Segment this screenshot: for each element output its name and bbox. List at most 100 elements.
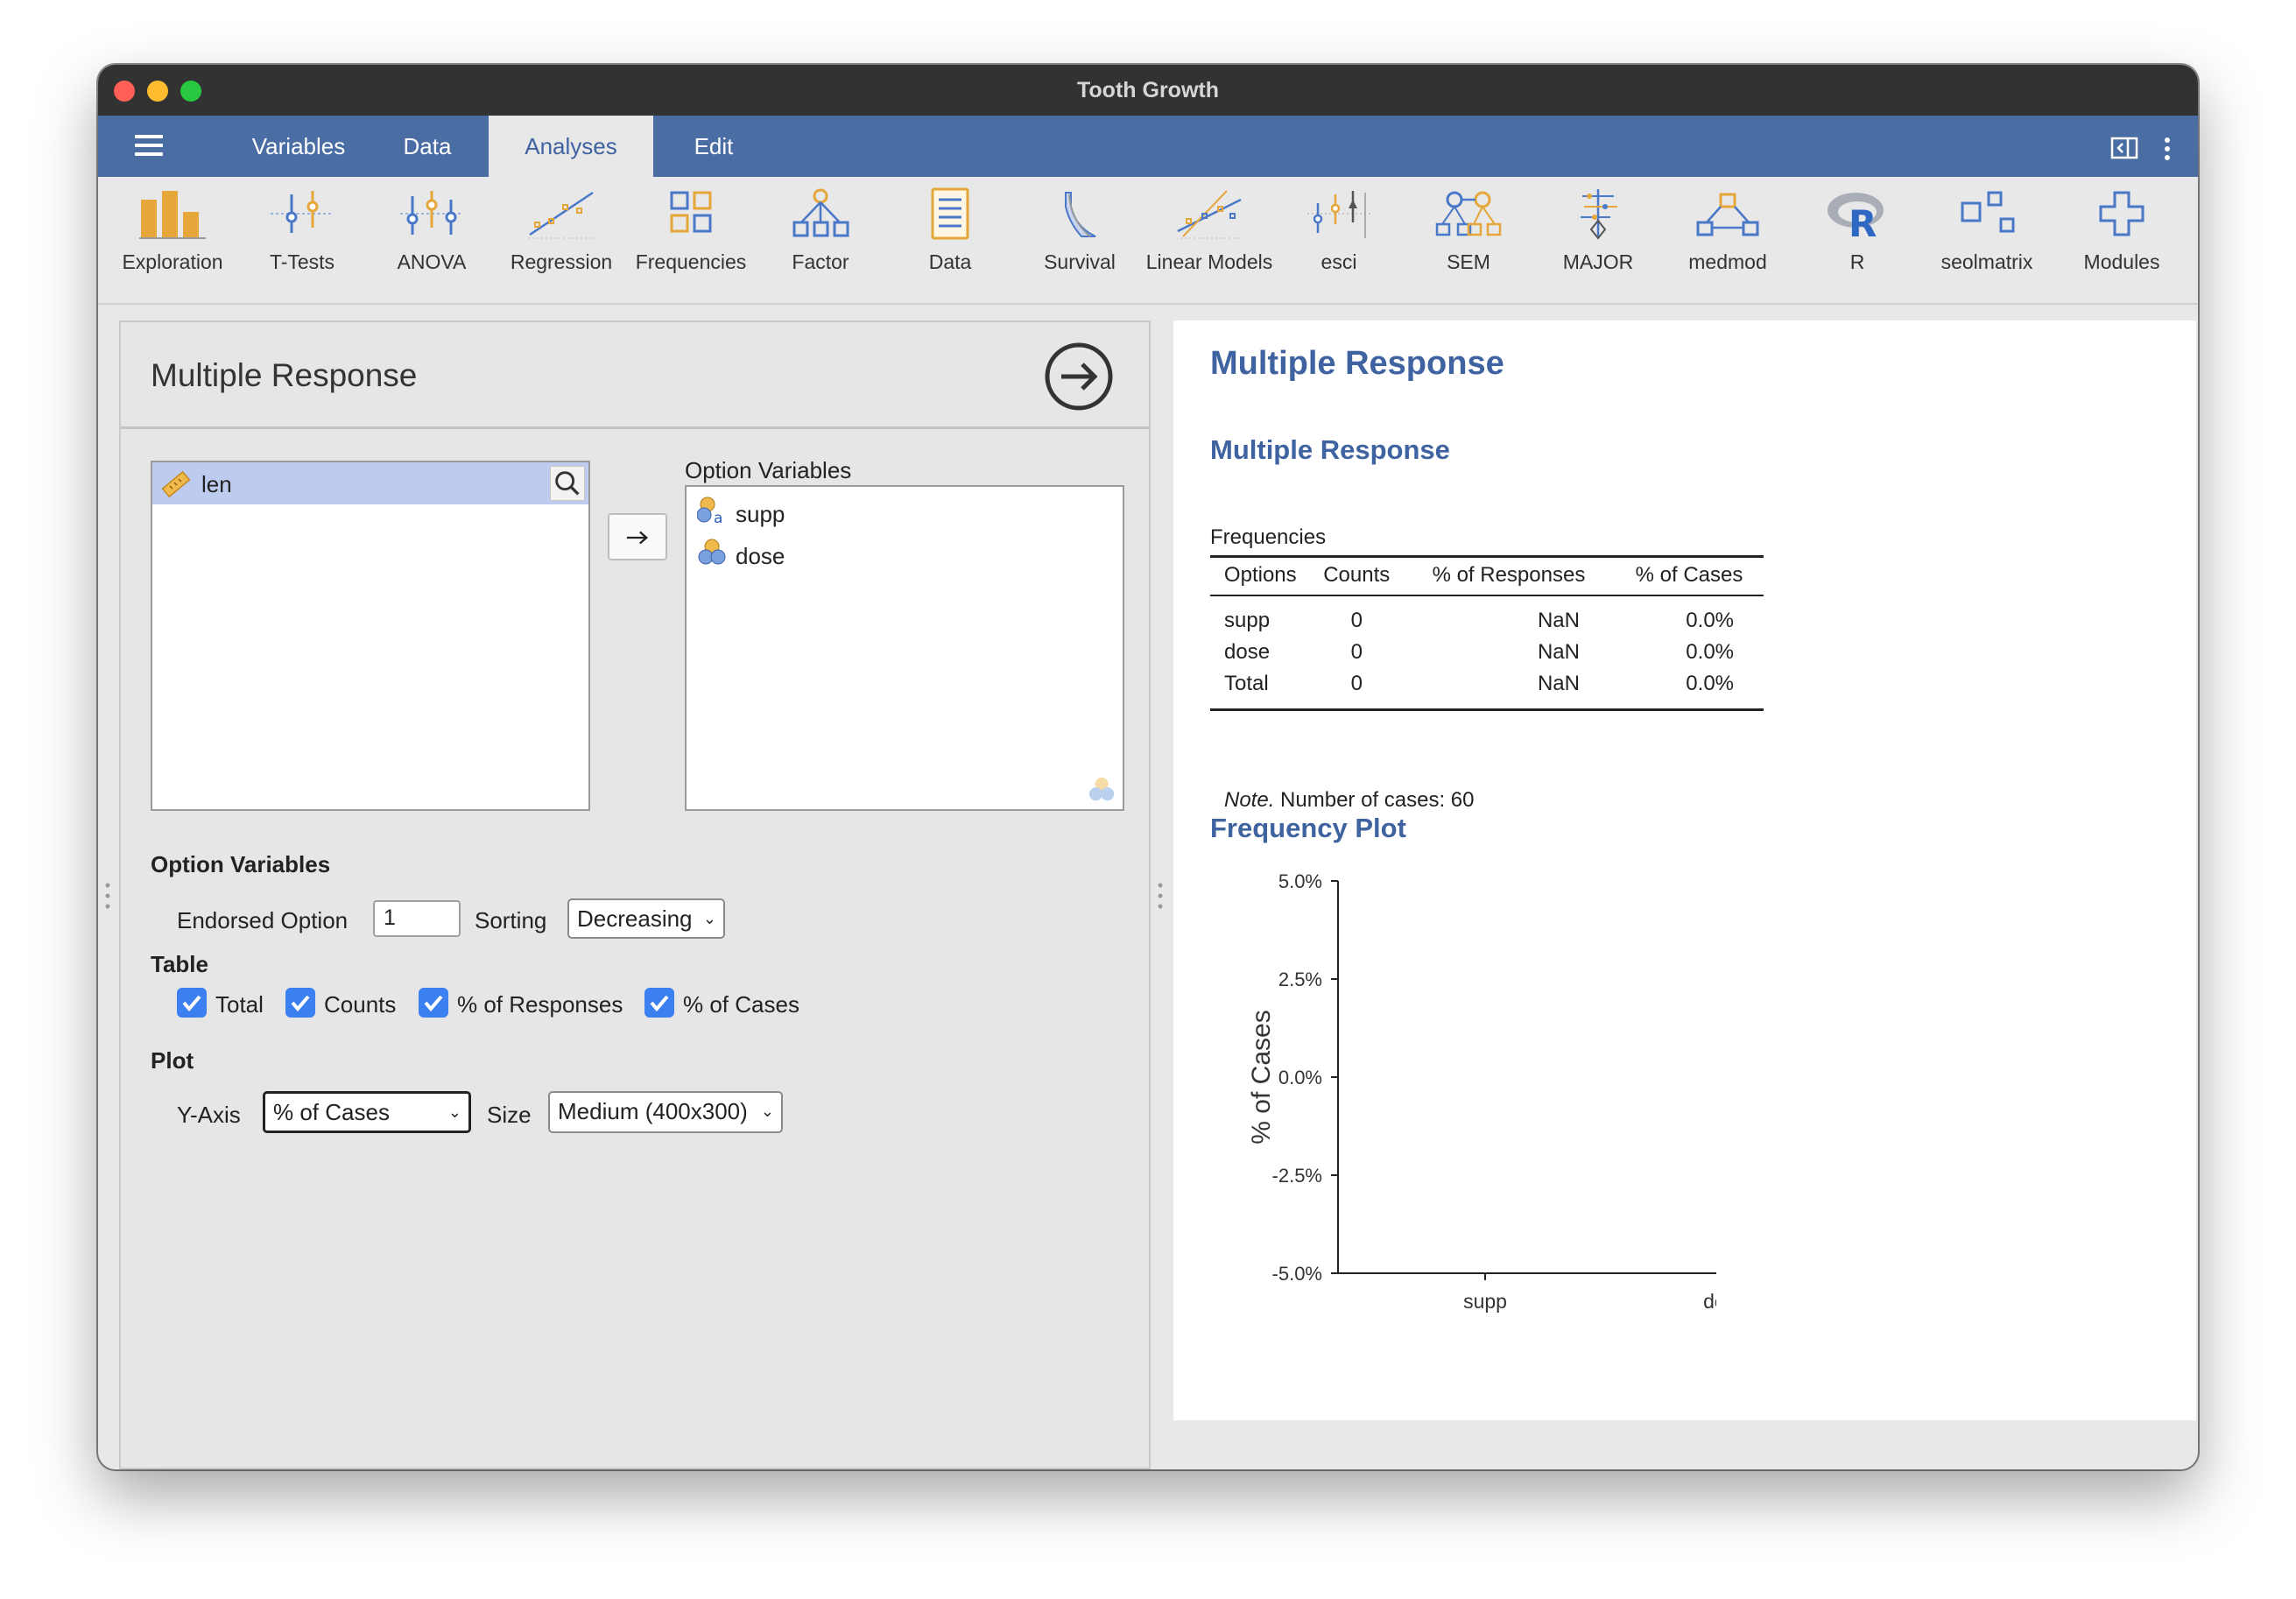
ribbon-regression[interactable]: Regression [496,187,627,274]
ribbon-medmod[interactable]: medmod [1662,187,1793,274]
frequencies-icon [670,191,712,233]
chevron-down-icon: ⌄ [702,910,716,927]
option-variable-dose[interactable]: dose [695,534,1107,573]
table-heading: Table [151,951,208,977]
column-header-percent-responses: % of Responses [1402,555,1615,596]
percent-cases-checkbox-label: % of Cases [683,991,799,1018]
frequency-plot-heading: Frequency Plot [1210,813,1406,843]
svg-text:a: a [714,510,722,525]
option-variable-label: dose [736,543,785,569]
y-axis-title: % of Cases [1247,1010,1276,1144]
more-options-icon[interactable] [2163,137,2172,161]
ribbon-frequencies[interactable]: Frequencies [625,187,757,274]
checkmark-icon [650,995,669,1012]
chevron-down-icon: ⌄ [447,1103,461,1121]
option-variables-heading: Option Variables [151,851,331,877]
size-label: Size [487,1102,532,1128]
ribbon-linear-models[interactable]: Linear Models [1144,187,1275,274]
minimize-window-button[interactable] [147,81,168,102]
analyses-ribbon: Exploration T-Tests ANOVA Regression Fre… [98,177,2198,305]
nominal-variable-type-icon [1088,777,1115,801]
svg-text:R: R [1849,202,1877,240]
survival-icon [1065,192,1096,237]
percent-responses-checkbox-label: % of Responses [457,991,623,1018]
app-window: Tooth Growth Variables Data Analyses Edi… [98,65,2198,1469]
zoom-window-button[interactable] [180,81,201,102]
counts-checkbox[interactable] [285,988,315,1018]
y-tick-label: 0.0% [1278,1067,1322,1088]
table-row: dose 0 NaN 0.0% [1224,640,1734,664]
ribbon-factor[interactable]: Factor [755,187,886,274]
ribbon-r[interactable]: R R [1792,187,1923,274]
tab-analyses[interactable]: Analyses [489,116,653,177]
options-header: Multiple Response [121,322,1149,429]
search-button[interactable] [550,466,585,501]
hamburger-menu-icon[interactable] [135,135,163,158]
ribbon-major[interactable]: MAJOR [1532,187,1664,274]
table-note: Note. Number of cases: 60 [1224,788,1475,812]
counts-checkbox-label: Counts [324,991,397,1018]
ribbon-sem[interactable]: SEM [1403,187,1534,274]
variable-label: len [201,471,232,497]
table-caption: Frequencies [1210,525,1327,549]
frequency-plot: 5.0% 2.5% 0.0% -2.5% -5.0% % of Cases supp dose [1247,870,1716,1313]
tab-variables[interactable]: Variables [233,116,364,177]
available-variables-list[interactable]: len [151,461,590,811]
move-variable-button[interactable] [608,513,667,560]
size-select[interactable]: Medium (400x300) ⌄ [548,1091,783,1133]
nominal-variable-icon [698,539,726,565]
results-title: Multiple Response [1210,345,1504,382]
variable-item-len[interactable]: len [152,462,588,504]
ribbon-survival[interactable]: Survival [1014,187,1145,274]
chevron-down-icon: ⌄ [760,1102,774,1120]
ribbon-esci[interactable]: esci [1273,187,1405,274]
nominal-text-variable-icon: a [697,497,722,525]
ribbon-anova[interactable]: ANOVA [366,187,497,274]
endorsed-option-input[interactable]: 1 [373,900,461,937]
left-splitter-handle[interactable] [105,881,110,911]
sorting-select[interactable]: Decreasing ⌄ [567,898,725,939]
option-variables-label: Option Variables [685,457,852,483]
close-window-button[interactable] [114,81,135,102]
esci-icon [1307,191,1370,238]
percent-cases-checkbox[interactable] [644,988,674,1018]
major-icon [1581,189,1617,240]
percent-responses-checkbox[interactable] [419,988,448,1018]
ribbon-modules[interactable]: Modules [2056,187,2187,274]
total-checkbox[interactable] [177,988,207,1018]
y-axis-select[interactable]: % of Cases ⌄ [263,1091,471,1133]
column-header-counts: Counts [1310,555,1403,596]
linear-models-icon [1176,190,1243,239]
menu-bar: Variables Data Analyses Edit [98,116,2198,177]
x-tick-label: dose [1703,1290,1716,1313]
arrow-right-circle-icon[interactable] [1044,342,1114,412]
results-panel: Multiple Response Multiple Response Freq… [1173,321,2196,1420]
option-variable-label: supp [736,501,785,527]
ribbon-t-tests[interactable]: T-Tests [236,187,368,274]
analysis-options-panel: Multiple Response len Option Variables a… [119,321,1151,1469]
ribbon-data[interactable]: Data [884,187,1016,274]
title-bar: Tooth Growth [98,65,2198,116]
y-tick-label: 5.0% [1278,870,1322,892]
y-axis-label: Y-Axis [177,1102,241,1128]
y-tick-label: -2.5% [1272,1165,1322,1187]
toggle-results-icon[interactable] [2110,137,2138,159]
table-row: Total 0 NaN 0.0% [1210,668,1764,711]
sorting-label: Sorting [475,907,547,933]
option-variable-supp[interactable]: a supp [695,492,1107,531]
option-variables-list[interactable]: a supp dose [685,485,1124,811]
tab-data[interactable]: Data [375,116,480,177]
center-splitter-handle[interactable] [1158,881,1163,911]
column-header-percent-cases: % of Cases [1614,555,1764,596]
checkmark-icon [424,995,443,1012]
ribbon-seolmatrix[interactable]: seolmatrix [1921,187,2053,274]
endorsed-option-label: Endorsed Option [177,907,349,933]
plot-heading: Plot [151,1047,194,1074]
total-checkbox-label: Total [215,991,264,1018]
table-row: supp 0 NaN 0.0% [1224,609,1734,632]
anova-icon [400,191,463,235]
tab-edit[interactable]: Edit [666,116,762,177]
r-icon: R [1828,193,1884,240]
ribbon-exploration[interactable]: Exploration [107,187,238,274]
seolmatrix-icon [1961,191,2015,233]
